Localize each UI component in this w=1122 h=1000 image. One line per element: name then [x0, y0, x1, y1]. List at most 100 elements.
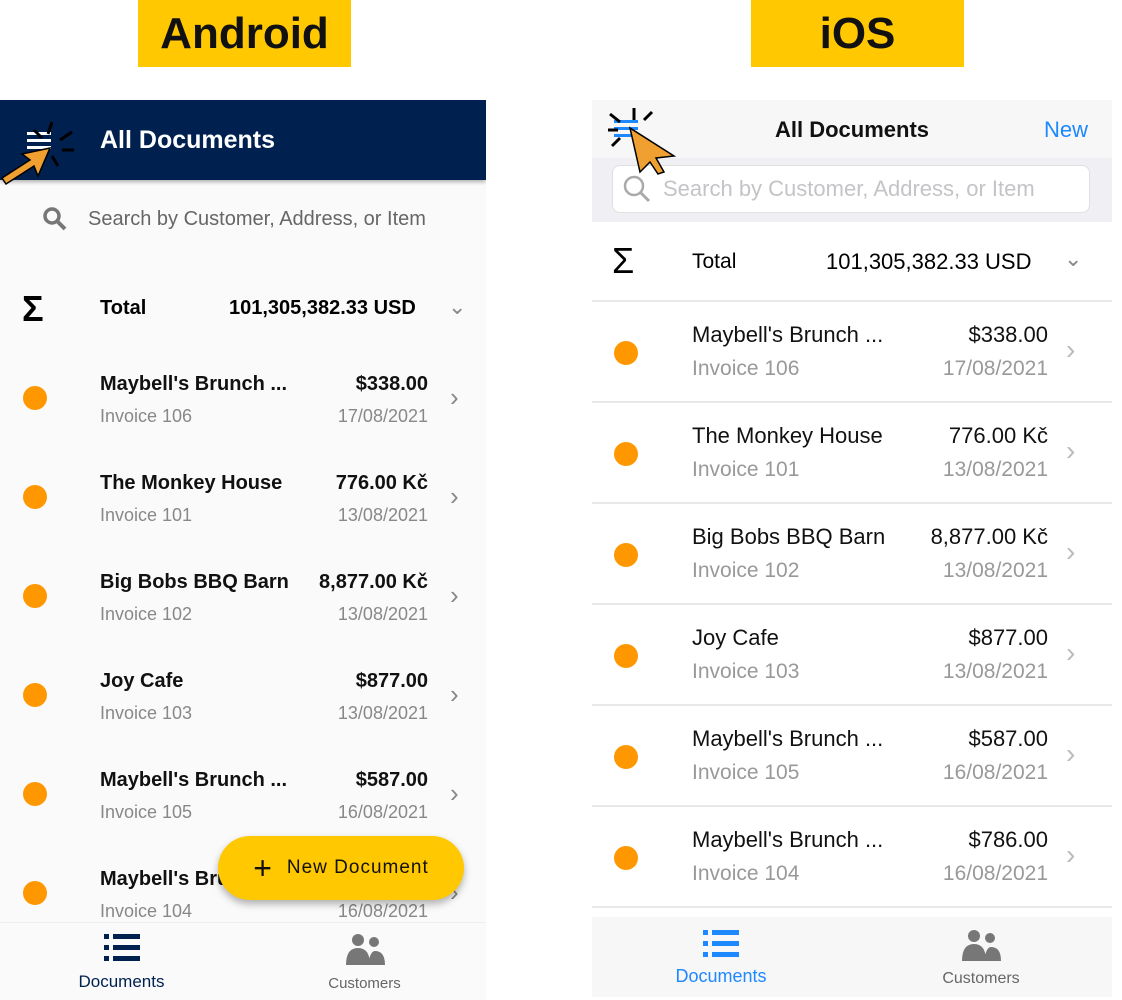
amount: $338.00 [355, 373, 428, 395]
document-row[interactable]: Maybell's Brunch ... Invoice 105 $587.00 16… [0, 746, 486, 845]
chevron-right-icon: › [1066, 334, 1076, 365]
date: 13/08/2021 [942, 559, 1048, 582]
invoice-number: Invoice 106 [692, 357, 800, 380]
document-row[interactable]: The Monkey House Invoice 101 776.00 Kč 13/0… [592, 403, 1112, 504]
date: 13/08/2021 [337, 505, 428, 525]
ios-screen: All Documents New Search by Customer, Ad… [592, 100, 1112, 997]
date: 13/08/2021 [337, 703, 428, 723]
date: 13/08/2021 [337, 604, 428, 624]
tab-customers[interactable]: Customers [243, 933, 486, 992]
total-label: Total [100, 297, 147, 319]
invoice-number: Invoice 103 [100, 703, 193, 723]
people-icon [345, 934, 385, 965]
document-row[interactable]: Maybell's Brunch ... Invoice 104 $786.00 16… [592, 807, 1112, 908]
people-icon [962, 930, 1001, 961]
new-document-button[interactable]: + New Document [218, 836, 464, 900]
document-row[interactable]: Maybell's Brunch ... Invoice 105 $587.00 16… [592, 706, 1112, 807]
customer-name: Maybell's Brunch ... [692, 827, 884, 852]
amount: 8,877.00 Kč [930, 524, 1048, 549]
chevron-right-icon: › [1066, 536, 1076, 567]
chevron-down-icon: ⌄ [448, 294, 467, 319]
sigma-icon: Σ [612, 240, 635, 281]
amount: 8,877.00 Kč [319, 571, 428, 593]
date: 16/08/2021 [942, 862, 1048, 885]
status-dot [614, 442, 638, 466]
status-dot [614, 543, 638, 567]
page-title: All Documents [100, 126, 276, 154]
tab-customers[interactable]: Customers [850, 929, 1112, 988]
search-icon [623, 175, 651, 203]
document-row[interactable]: Maybell's Brunch ... Invoice 106 $338.00 17… [592, 302, 1112, 403]
date: 16/08/2021 [337, 802, 428, 822]
bottom-nav: Documents Customers [0, 922, 486, 1000]
document-row[interactable]: The Monkey House Invoice 101 776.00 Kč 13/0… [0, 449, 486, 548]
search-placeholder: Search by Customer, Address, or Item [88, 207, 426, 230]
status-dot [23, 782, 47, 806]
invoice-number: Invoice 105 [100, 802, 193, 822]
status-dot [23, 881, 47, 905]
invoice-number: Invoice 101 [692, 458, 800, 481]
fab-label: New Document [286, 857, 429, 878]
tab-documents[interactable]: Documents [592, 929, 850, 987]
search-placeholder: Search by Customer, Address, or Item [663, 176, 1035, 201]
android-screen: All Documents Search by Customer, Addres… [0, 100, 486, 1000]
search-icon [43, 207, 67, 231]
chevron-right-icon: › [1066, 637, 1076, 668]
customer-name: Big Bobs BBQ Barn [100, 571, 289, 593]
invoice-number: Invoice 102 [100, 604, 193, 624]
cursor-click-icon [608, 108, 677, 175]
tab-bar: Documents Customers [592, 917, 1112, 997]
invoice-number: Invoice 102 [692, 559, 800, 582]
customer-name: Maybell's Brunch ... [100, 769, 288, 791]
amount: 776.00 Kč [948, 423, 1048, 448]
tab-label: Customers [328, 975, 401, 992]
amount: $587.00 [355, 769, 428, 791]
status-dot [23, 584, 47, 608]
invoice-number: Invoice 104 [692, 862, 800, 885]
customer-name: The Monkey House [692, 423, 883, 448]
amount: 776.00 Kč [335, 472, 428, 494]
date: 17/08/2021 [942, 357, 1048, 380]
tab-label: Documents [675, 966, 767, 986]
search-input[interactable]: Search by Customer, Address, or Item [42, 206, 426, 232]
chevron-down-icon: ⌄ [1064, 246, 1083, 271]
ios-label: iOS [751, 0, 964, 67]
chevron-right-icon: › [450, 679, 459, 709]
list-icon [103, 934, 140, 961]
sigma-icon: Σ [22, 288, 44, 329]
status-dot [614, 341, 638, 365]
search-input[interactable]: Search by Customer, Address, or Item [612, 165, 1090, 213]
invoice-number: Invoice 104 [100, 901, 193, 921]
new-button[interactable]: New [1044, 117, 1088, 143]
tab-documents[interactable]: Documents [0, 933, 243, 992]
date: 16/08/2021 [942, 761, 1048, 784]
date: 13/08/2021 [942, 458, 1048, 481]
customer-name: Maybell's Brunch ... [692, 726, 884, 751]
document-row[interactable]: Big Bobs BBQ Barn Invoice 102 8,877.00 Kč 1… [592, 504, 1112, 605]
chevron-right-icon: › [1066, 435, 1076, 466]
chevron-right-icon: › [450, 481, 459, 511]
document-row[interactable]: Maybell's Brunch ... Invoice 106 $338.00 17… [0, 350, 486, 449]
document-row[interactable]: Joy Cafe Invoice 103 $877.00 13/08/2021 › [0, 647, 486, 746]
date: 13/08/2021 [942, 660, 1048, 683]
chevron-right-icon: › [1066, 839, 1076, 870]
amount: $786.00 [968, 827, 1048, 852]
chevron-right-icon: › [450, 778, 459, 808]
status-dot [23, 386, 47, 410]
document-row[interactable]: Big Bobs BBQ Barn Invoice 102 8,877.00 Kč 1… [0, 548, 486, 647]
document-row[interactable]: Joy Cafe Invoice 103 $877.00 13/08/2021 › [592, 605, 1112, 706]
cursor-click-icon [0, 121, 74, 186]
amount: $587.00 [968, 726, 1048, 751]
status-dot [23, 485, 47, 509]
divider [592, 906, 1112, 908]
date: 16/08/2021 [337, 901, 428, 921]
chevron-right-icon: › [1066, 738, 1076, 769]
customer-name: Maybell's Brunch ... [100, 373, 288, 395]
status-dot [23, 683, 47, 707]
customer-name: Maybell's Brunch ... [692, 322, 884, 347]
invoice-number: Invoice 101 [100, 505, 193, 525]
tab-label: Documents [78, 972, 165, 991]
customer-name: Big Bobs BBQ Barn [692, 524, 886, 549]
chevron-right-icon: › [450, 580, 459, 610]
amount: $877.00 [355, 670, 428, 692]
